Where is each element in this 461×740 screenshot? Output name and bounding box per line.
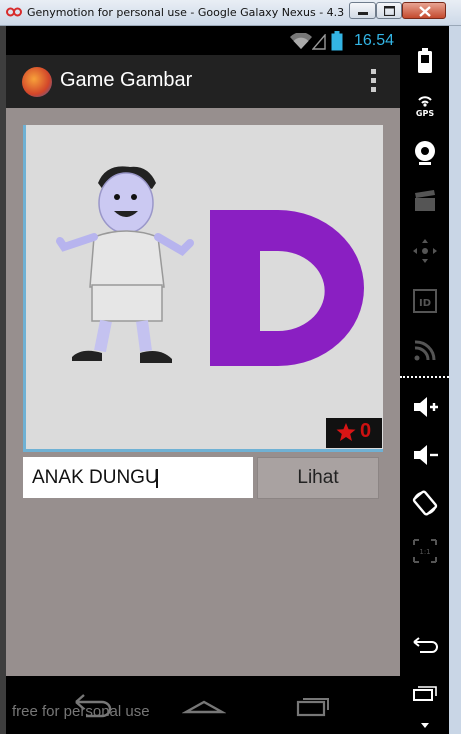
cast-icon[interactable] (410, 334, 440, 364)
id-label: ID (419, 298, 431, 309)
dpad-icon[interactable] (410, 236, 440, 266)
genymotion-sidebar: GPS ID 1:1 (400, 26, 449, 734)
app-logo-icon[interactable] (22, 67, 52, 97)
window-right-frame (449, 26, 461, 734)
genymotion-app-icon (6, 7, 22, 17)
text-caret (156, 469, 158, 488)
status-time: 16.54 (353, 32, 394, 49)
status-bar: 16.54 (6, 26, 400, 55)
gps-label: GPS (416, 109, 434, 118)
action-bar: Game Gambar (6, 55, 400, 108)
score-value: 0 (360, 420, 372, 442)
scale-label: 1:1 (419, 548, 430, 556)
home-nav-icon[interactable] (182, 688, 226, 718)
volume-up-icon[interactable] (410, 392, 440, 422)
app-title: Game Gambar (60, 69, 193, 91)
maximize-button[interactable] (376, 2, 402, 19)
window-titlebar: Genymotion for personal use - Google Gal… (0, 0, 461, 26)
close-icon (419, 6, 431, 17)
game-content: 0 Lihat (6, 108, 400, 676)
maximize-icon (384, 6, 395, 16)
overflow-menu-button[interactable] (368, 69, 378, 95)
gps-icon[interactable]: GPS (410, 90, 440, 120)
watermark-text: free for personal use (12, 703, 150, 720)
back-icon[interactable] (410, 630, 440, 660)
recent-apps-nav-icon[interactable] (292, 688, 336, 718)
android-screen: 16.54 Game Gambar 0 ANAK DUNGU Lihat fre… (6, 26, 400, 734)
lihat-button[interactable]: Lihat (257, 457, 379, 499)
star-icon (336, 423, 356, 441)
chevron-down-icon[interactable] (410, 710, 440, 740)
id-icon[interactable]: ID (410, 286, 440, 316)
puzzle-picture: 0 (23, 125, 383, 452)
minimize-button[interactable] (349, 2, 376, 19)
webcam-icon[interactable] (410, 138, 440, 168)
window-title: Genymotion for personal use - Google Gal… (27, 6, 345, 19)
battery-icon[interactable] (410, 46, 440, 76)
answer-input[interactable] (23, 457, 253, 498)
battery-status-icon (331, 31, 343, 51)
clapper-icon[interactable] (410, 186, 440, 216)
recent-apps-icon[interactable] (410, 678, 440, 708)
sidebar-separator (400, 376, 449, 378)
close-button[interactable] (402, 2, 446, 19)
overflow-menu-icon (370, 69, 376, 74)
signal-icon (312, 34, 326, 50)
rotate-icon[interactable] (410, 488, 440, 518)
puzzle-image (26, 125, 383, 449)
volume-down-icon[interactable] (410, 440, 440, 470)
minimize-icon (358, 12, 368, 15)
wifi-icon (290, 33, 312, 49)
scale-icon[interactable]: 1:1 (410, 536, 440, 566)
score-badge: 0 (326, 418, 382, 448)
